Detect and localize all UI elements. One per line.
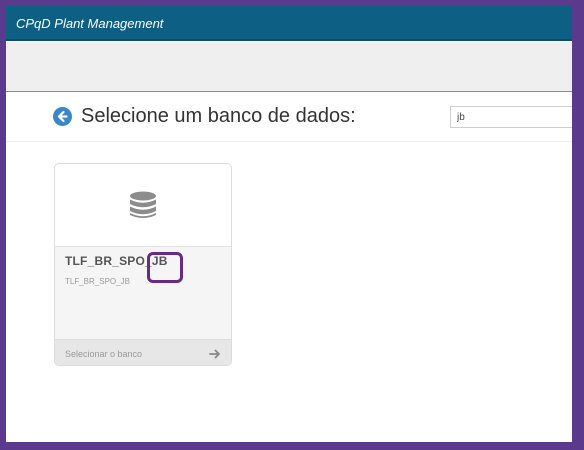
back-arrow-icon[interactable] bbox=[53, 107, 72, 126]
database-icon bbox=[128, 190, 158, 225]
database-card[interactable]: TLF_BR_SPO_JB TLF_BR_SPO_JB Selecionar o… bbox=[54, 163, 232, 366]
app-window: CPqD Plant Management Selecione um banco… bbox=[6, 6, 572, 442]
toolbar bbox=[6, 42, 572, 92]
page-title: Selecione um banco de dados: bbox=[81, 105, 356, 127]
database-name: TLF_BR_SPO_JB bbox=[65, 254, 168, 268]
database-subname: TLF_BR_SPO_JB bbox=[65, 277, 130, 286]
app-title: CPqD Plant Management bbox=[16, 16, 164, 31]
title-bar: CPqD Plant Management bbox=[6, 6, 572, 41]
select-database-label: Selecionar o banco bbox=[65, 349, 143, 359]
card-icon-area bbox=[55, 164, 231, 247]
arrow-right-icon bbox=[209, 347, 221, 365]
page-header: Selecione um banco de dados: bbox=[6, 98, 572, 142]
select-database-link[interactable]: Selecionar o banco bbox=[55, 339, 231, 365]
search-input[interactable] bbox=[450, 106, 572, 128]
